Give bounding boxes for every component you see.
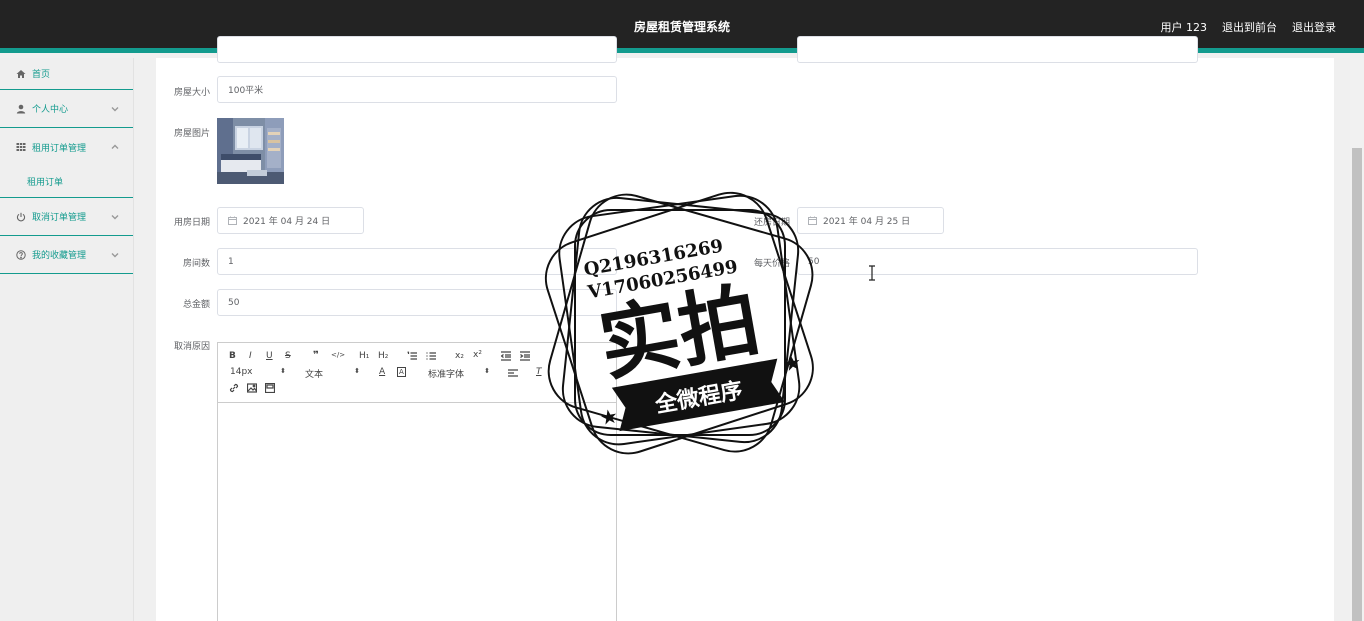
sidebar-item-label: 取消订单管理 (32, 213, 87, 223)
font-size-select[interactable]: 14px ⬍ (230, 367, 286, 377)
select-arrows-icon: ⬍ (280, 367, 286, 375)
reason-label: 取消原因 (173, 342, 210, 352)
underline-icon[interactable]: U (266, 351, 273, 361)
blockquote-icon[interactable]: ❞ (313, 350, 319, 361)
italic-icon[interactable]: I (249, 351, 252, 361)
rent-date-value: 2021 年 04 月 24 日 (243, 217, 331, 227)
back-to-front-link[interactable]: 退出到前台 (1222, 19, 1277, 35)
chevron-down-icon (111, 105, 119, 113)
heading2-icon[interactable]: H₂ (378, 351, 388, 361)
rooms-label: 房间数 (182, 259, 210, 269)
home-icon (16, 69, 26, 79)
sidebar: 首页 个人中心 租用订单管理 租用订单 取消订单管理 我的收藏管理 (0, 58, 134, 621)
font-color-icon[interactable]: A (379, 367, 385, 377)
video-icon[interactable] (264, 382, 276, 396)
size-input[interactable]: 100平米 (217, 76, 617, 103)
page-scrollbar[interactable] (1350, 58, 1364, 621)
sidebar-item-rent-orders[interactable]: 租用订单管理 (0, 128, 133, 166)
ordered-list-icon[interactable] (407, 351, 417, 364)
scrollbar-thumb[interactable] (1352, 148, 1362, 621)
text-style-select[interactable]: 文本 ⬍ (305, 367, 360, 380)
select-arrows-icon: ⬍ (484, 367, 490, 375)
rent-date-label: 用房日期 (173, 218, 210, 228)
calendar-icon (228, 216, 237, 225)
sidebar-item-cancel-orders[interactable]: 取消订单管理 (0, 198, 133, 236)
user-link[interactable]: 用户 123 (1161, 19, 1208, 35)
rent-date-picker[interactable]: 2021 年 04 月 24 日 (217, 207, 364, 234)
daily-price-input[interactable]: 50 (797, 248, 1198, 275)
sidebar-item-label: 个人中心 (32, 105, 69, 115)
user-icon (16, 104, 26, 114)
sidebar-item-home[interactable]: 首页 (0, 58, 133, 90)
prev-field-right[interactable] (797, 36, 1198, 63)
font-family-select[interactable]: 标准字体 ⬍ (428, 367, 490, 380)
house-image[interactable] (217, 118, 284, 184)
sidebar-item-favorites[interactable]: 我的收藏管理 (0, 236, 133, 274)
return-date-value: 2021 年 04 月 25 日 (823, 217, 911, 227)
superscript-icon[interactable]: x² (473, 350, 482, 360)
star-icon: ★ (781, 350, 803, 377)
sidebar-subitem-rent-orders[interactable]: 租用订单 (0, 166, 133, 198)
header-nav: 用户 123 退出到前台 退出登录 (1161, 19, 1337, 35)
sidebar-item-label: 租用订单管理 (32, 143, 87, 154)
align-icon[interactable] (508, 368, 518, 381)
bullet-list-icon[interactable] (426, 351, 436, 364)
sidebar-item-label: 我的收藏管理 (32, 251, 87, 261)
sidebar-item-personal[interactable]: 个人中心 (0, 90, 133, 128)
sidebar-item-label: 首页 (32, 70, 51, 80)
image-icon[interactable] (246, 383, 258, 396)
background-color-icon[interactable]: A (397, 367, 406, 377)
star-icon: ★ (598, 403, 620, 430)
text-cursor-icon (867, 265, 877, 281)
chevron-down-icon (111, 213, 119, 221)
size-label: 房屋大小 (173, 88, 210, 98)
font-family-value: 标准字体 (428, 370, 465, 380)
outdent-icon[interactable] (500, 351, 511, 364)
code-block-icon[interactable]: </> (331, 351, 345, 359)
font-size-value: 14px (230, 367, 253, 377)
chevron-up-icon (111, 143, 119, 151)
bold-icon[interactable]: B (229, 351, 236, 361)
chevron-down-icon (111, 251, 119, 259)
grid-icon (16, 142, 26, 152)
text-style-value: 文本 (305, 370, 324, 380)
subscript-icon[interactable]: x₂ (455, 351, 464, 361)
strike-icon[interactable]: S (285, 351, 291, 361)
power-icon (16, 212, 26, 222)
link-icon[interactable] (229, 383, 239, 396)
select-arrows-icon: ⬍ (354, 367, 360, 375)
help-circle-icon (16, 249, 26, 260)
indent-icon[interactable] (520, 351, 530, 364)
watermark-stamp: Q2196316269 V17060256499 实拍 全微程序 ★ ★ (530, 175, 830, 475)
prev-field-left[interactable] (217, 36, 617, 63)
logout-link[interactable]: 退出登录 (1292, 19, 1336, 35)
system-title: 房屋租赁管理系统 (633, 20, 730, 34)
heading1-icon[interactable]: H₁ (359, 351, 369, 361)
total-label: 总金额 (182, 300, 210, 310)
image-label: 房屋图片 (173, 129, 210, 139)
